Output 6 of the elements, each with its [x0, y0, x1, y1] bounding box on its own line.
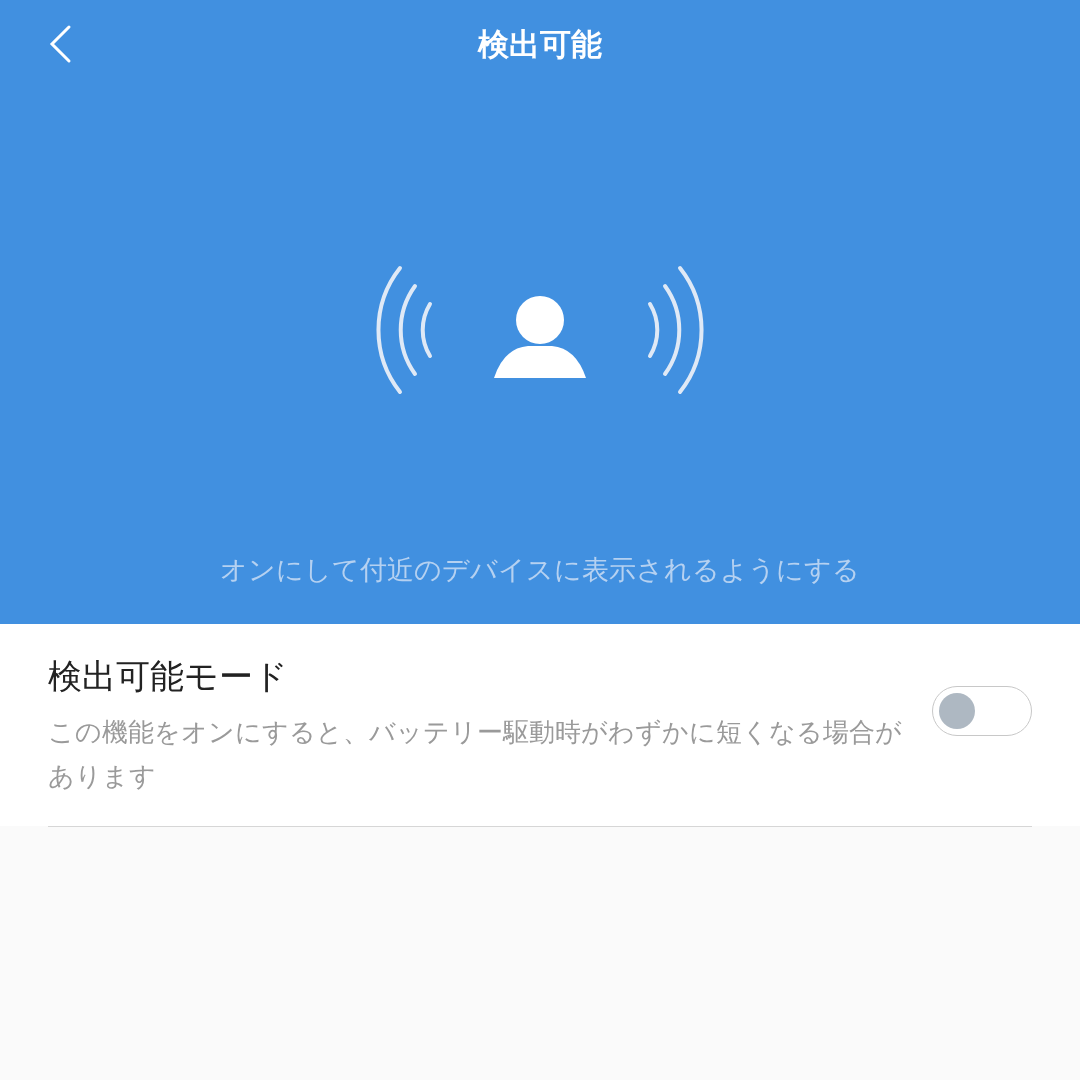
toggle-switch[interactable] — [932, 686, 1032, 736]
screen-title: 検出可能 — [478, 25, 602, 64]
setting-label: 検出可能モード — [48, 655, 289, 698]
setting-description: この機能をオンにすると、バッテリー駆動時がわずかに短くなる場合があります — [48, 716, 902, 793]
back-icon — [48, 24, 72, 64]
hint-text: オンにして付近のデバイスに表示されるようにする — [220, 553, 860, 587]
